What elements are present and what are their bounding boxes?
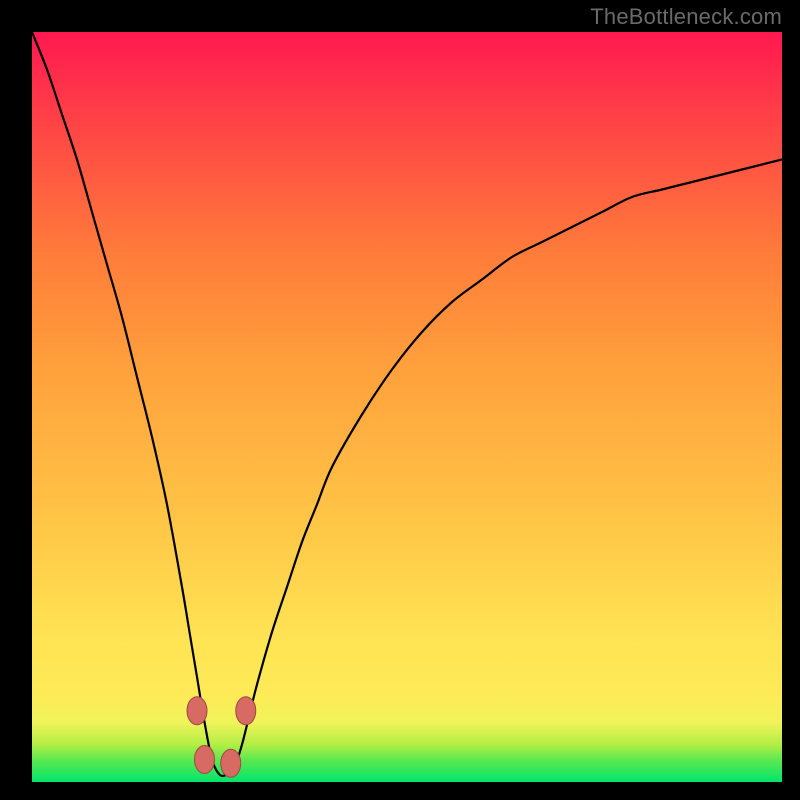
threshold-marker (236, 697, 256, 725)
threshold-marker (221, 749, 241, 777)
threshold-marker (195, 746, 215, 774)
bottleneck-chart (0, 0, 800, 800)
outer-black-frame: TheBottleneck.com (0, 0, 800, 800)
threshold-marker (187, 697, 207, 725)
